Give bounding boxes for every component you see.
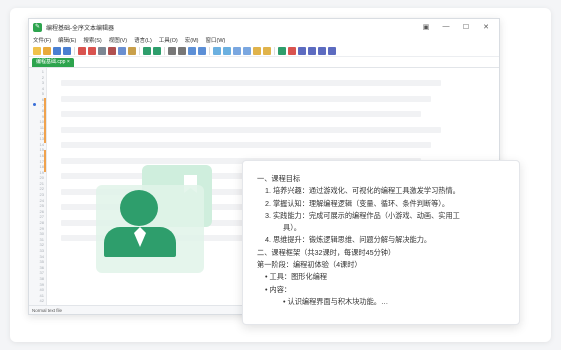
print-icon[interactable] [98, 46, 106, 55]
save-icon[interactable] [53, 46, 61, 55]
menu-tools[interactable]: 工具(O) [159, 36, 178, 44]
folder-icon[interactable] [263, 46, 271, 55]
menu-window[interactable]: 窗口(W) [206, 36, 226, 44]
toolbar [29, 45, 499, 57]
zoom-out-icon[interactable] [198, 46, 206, 55]
line-number: 42 [39, 298, 44, 304]
outline-line: 2. 掌握认知：理解编程逻辑（变量、循环、条件判断等）。 [265, 198, 450, 208]
outline-line: 3. 实践能力：完成可展示的编程作品（小游戏、动画、实用工 [265, 210, 460, 220]
line-number-gutter: 1 2 3 4 5 6 7 8 9 10 11 12 13 14 15 16 17 18 19 20 21 22 23 24 2… [29, 68, 47, 305]
view-toggle-icon[interactable]: ▣ [421, 23, 431, 31]
minimize-button[interactable]: — [441, 23, 451, 31]
indent-guide-icon[interactable] [233, 46, 241, 55]
copy-icon[interactable] [118, 46, 126, 55]
tab-bar: 编程基础.cpp × [29, 57, 499, 68]
toolbar-separator [274, 46, 275, 55]
bookmark-dot-icon[interactable] [33, 103, 36, 106]
outline-line: 4. 思维提升：锻炼逻辑思维、问题分解与解决能力。 [265, 235, 432, 245]
menu-edit[interactable]: 编辑(E) [58, 36, 76, 44]
outline-line: 第一阶段：编程初体验（4课时） [257, 260, 362, 270]
doc-map-icon[interactable] [243, 46, 251, 55]
redo-icon[interactable] [153, 46, 161, 55]
sync-icon[interactable] [213, 46, 221, 55]
placeholder-text-line [61, 111, 421, 117]
new-file-icon[interactable] [33, 46, 41, 55]
toolbar-separator [209, 46, 210, 55]
screenshot-stage: ✎ 编程基础-全序文本编辑器 ▣ — ☐ ✕ 文件(F) 编辑(E) 搜索(S)… [0, 0, 561, 350]
outline-line: 二、课程框架（共32课时，每课时45分钟） [257, 247, 396, 257]
play-multi-icon[interactable] [318, 46, 326, 55]
monitor-icon[interactable] [278, 46, 286, 55]
save-macro-icon[interactable] [328, 46, 336, 55]
undo-icon[interactable] [143, 46, 151, 55]
placeholder-text-line [61, 95, 431, 102]
outline-line: 1. 培养兴趣：通过游戏化、可视化的编程工具激发学习热情。 [265, 186, 460, 196]
cut-icon[interactable] [108, 46, 116, 55]
outline-line: 一、课程目标 [257, 174, 301, 183]
function-list-icon[interactable] [253, 46, 261, 55]
menu-language[interactable]: 语言(L) [134, 36, 152, 44]
zoom-in-icon[interactable] [188, 46, 196, 55]
placeholder-text-line [61, 80, 441, 86]
app-logo-icon: ✎ [33, 22, 42, 32]
toolbar-separator [74, 46, 75, 55]
person-head-icon [120, 190, 158, 226]
wrap-icon[interactable] [223, 46, 231, 55]
menu-search[interactable]: 搜索(S) [83, 36, 101, 44]
outline-line: • 工具：图形化编程 [265, 272, 328, 282]
outline-line: 具）。 [283, 223, 301, 233]
maximize-button[interactable]: ☐ [461, 23, 471, 31]
change-marker [44, 98, 46, 143]
find-icon[interactable] [168, 46, 176, 55]
placeholder-text-line [61, 126, 441, 133]
placeholder-text-line [61, 142, 431, 148]
menu-file[interactable]: 文件(F) [33, 36, 51, 44]
toolbar-separator [139, 46, 140, 55]
course-outline-card: 一、课程目标 1. 培养兴趣：通过游戏化、可视化的编程工具激发学习热情。 2. 掌握… [242, 160, 520, 325]
play-icon[interactable] [308, 46, 316, 55]
replace-icon[interactable] [178, 46, 186, 55]
paste-icon[interactable] [128, 46, 136, 55]
tab-active-file[interactable]: 编程基础.cpp × [32, 58, 74, 67]
menu-bar: 文件(F) 编辑(E) 搜索(S) 视图(V) 语言(L) 工具(O) 宏(M)… [29, 35, 499, 45]
record-icon[interactable] [288, 46, 296, 55]
window-controls: ▣ — ☐ ✕ [421, 23, 495, 31]
close-icon[interactable] [78, 46, 86, 55]
close-button[interactable]: ✕ [481, 23, 491, 31]
status-file-type: Normal text file [32, 307, 63, 313]
outline-line: • 内容： [265, 284, 292, 294]
open-file-icon[interactable] [43, 46, 51, 55]
title-bar: ✎ 编程基础-全序文本编辑器 ▣ — ☐ ✕ [29, 19, 499, 35]
change-marker [44, 150, 46, 172]
menu-view[interactable]: 视图(V) [109, 36, 127, 44]
close-all-icon[interactable] [88, 46, 96, 55]
stop-icon[interactable] [298, 46, 306, 55]
save-all-icon[interactable] [63, 46, 71, 55]
menu-macro[interactable]: 宏(M) [185, 36, 199, 44]
outline-line: • 认识编程界面与积木块功能。… [283, 296, 389, 306]
window-title: 编程基础-全序文本编辑器 [46, 25, 114, 32]
teacher-illustration [96, 165, 221, 275]
toolbar-separator [164, 46, 165, 55]
